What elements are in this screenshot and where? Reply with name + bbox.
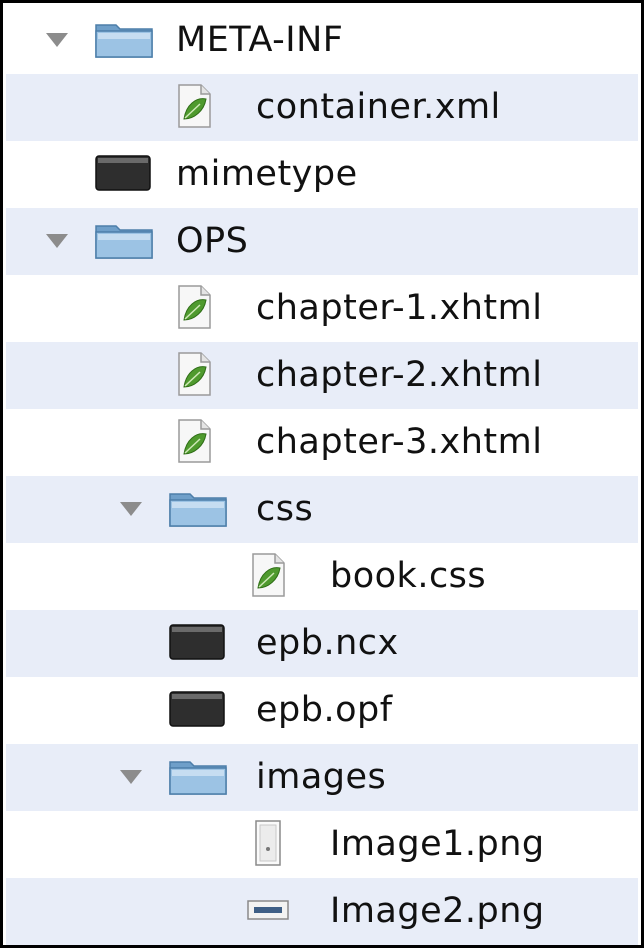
- folder-row[interactable]: css: [6, 476, 638, 543]
- file-row[interactable]: book.css: [6, 543, 638, 610]
- landscape-image-icon: [246, 897, 290, 927]
- item-name: Image1.png: [330, 823, 545, 864]
- item-name: container.xml: [256, 86, 501, 127]
- leaf-document-icon: [176, 83, 212, 133]
- folder-icon: [94, 19, 154, 63]
- item-name: mimetype: [176, 153, 358, 194]
- file-row[interactable]: mimetype: [6, 141, 638, 208]
- terminal-document-icon: [168, 622, 226, 666]
- folder-row[interactable]: images: [6, 744, 638, 811]
- leaf-document-icon: [176, 351, 212, 401]
- file-row[interactable]: chapter-2.xhtml: [6, 342, 638, 409]
- folder-icon: [94, 220, 154, 264]
- item-name: OPS: [176, 220, 249, 261]
- portrait-image-icon: [250, 819, 286, 871]
- file-row[interactable]: Image2.png: [6, 878, 638, 945]
- file-row[interactable]: epb.ncx: [6, 610, 638, 677]
- terminal-document-icon: [94, 153, 152, 197]
- terminal-document-icon: [168, 689, 226, 733]
- file-row[interactable]: Image1.png: [6, 811, 638, 878]
- folder-row[interactable]: META-INF: [6, 7, 638, 74]
- file-row[interactable]: container.xml: [6, 74, 638, 141]
- disclosure-triangle-icon[interactable]: [120, 502, 142, 516]
- item-name: epb.ncx: [256, 622, 399, 663]
- leaf-document-icon: [176, 418, 212, 468]
- item-name: images: [256, 756, 387, 797]
- leaf-document-icon: [250, 552, 286, 602]
- item-name: css: [256, 488, 314, 529]
- item-name: book.css: [330, 555, 487, 596]
- item-name: META-INF: [176, 19, 344, 60]
- folder-row[interactable]: OPS: [6, 208, 638, 275]
- disclosure-triangle-icon[interactable]: [120, 770, 142, 784]
- file-row[interactable]: chapter-3.xhtml: [6, 409, 638, 476]
- item-name: chapter-3.xhtml: [256, 421, 543, 462]
- leaf-document-icon: [176, 284, 212, 334]
- item-name: chapter-2.xhtml: [256, 354, 543, 395]
- folder-icon: [168, 488, 228, 532]
- disclosure-triangle-icon[interactable]: [46, 234, 68, 248]
- folder-icon: [168, 756, 228, 800]
- file-row[interactable]: chapter-1.xhtml: [6, 275, 638, 342]
- file-tree: META-INF container.xml mimetype OPS chapter-…: [0, 0, 644, 948]
- item-name: chapter-1.xhtml: [256, 287, 543, 328]
- file-row[interactable]: epb.opf: [6, 677, 638, 744]
- disclosure-triangle-icon[interactable]: [46, 33, 68, 47]
- item-name: epb.opf: [256, 689, 393, 730]
- item-name: Image2.png: [330, 890, 545, 931]
